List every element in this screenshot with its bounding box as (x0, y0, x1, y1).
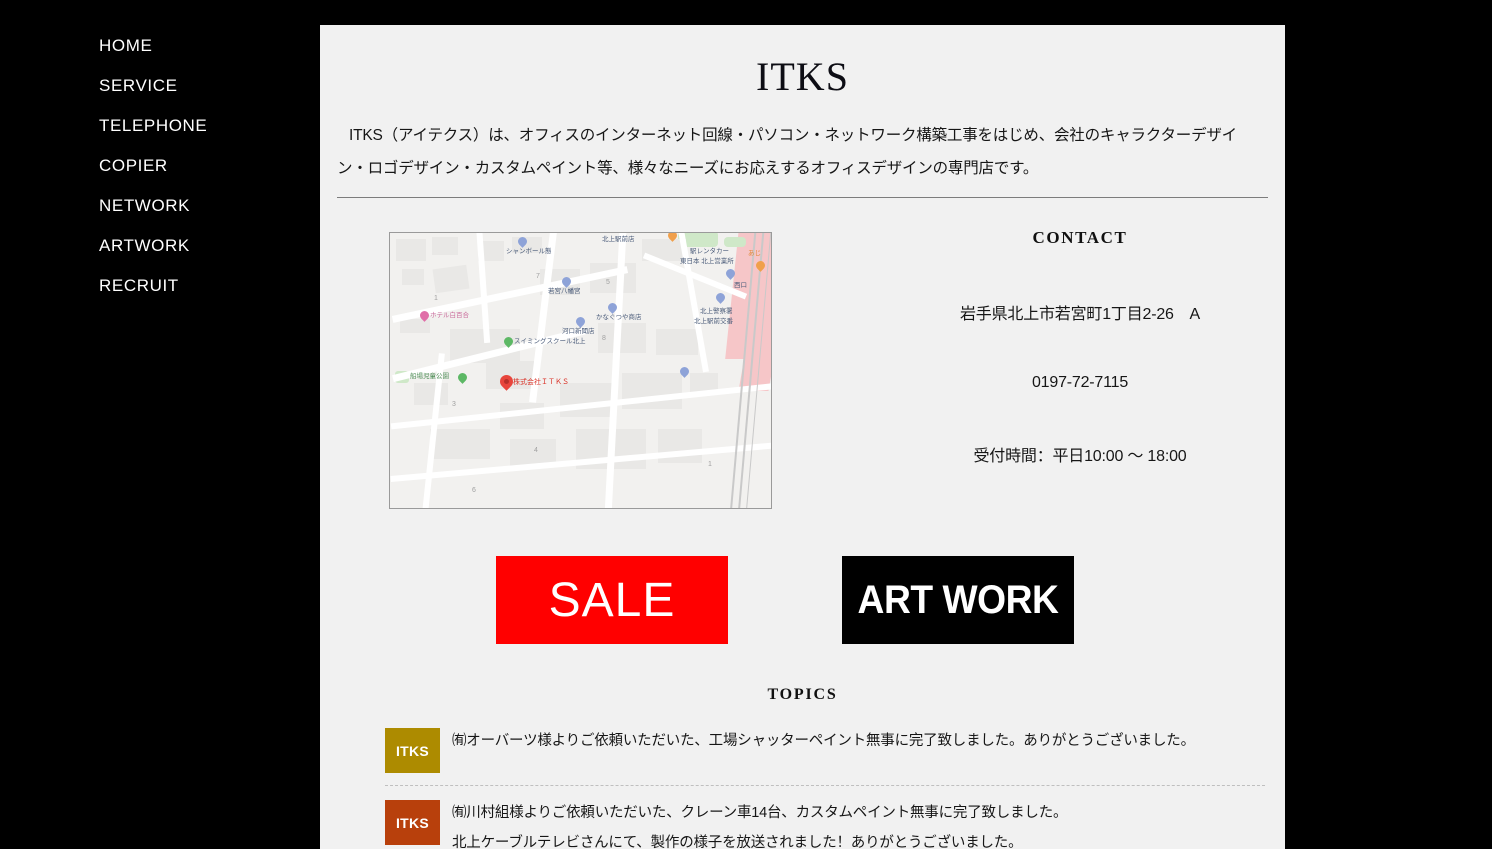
topic-separator (385, 785, 1265, 786)
map-poi-label: ホテル白百合 (430, 312, 469, 319)
sale-banner-label: SALE (548, 573, 676, 627)
sidebar-item-service[interactable]: SERVICE (0, 66, 320, 106)
map-block-number: 3 (452, 401, 456, 408)
map-poi-label: 西口 (734, 282, 747, 289)
contact-phone[interactable]: 0197-72-7115 (880, 324, 1280, 392)
map-poi-label: 北上駅前店 (602, 236, 635, 243)
topics-list: ITKS ㈲オーバーツ様よりご依頼いただいた、工場シャッターペイント無事に完了致… (320, 726, 1285, 849)
map-block-number: 1 (434, 295, 438, 302)
map-block-number: 7 (536, 273, 540, 280)
map-poi-label: 船場児童公園 (410, 373, 449, 380)
page-title: ITKS (756, 54, 849, 99)
map-poi-label: 北上駅前交番 (694, 318, 733, 325)
topic-text: ㈲川村組様よりご依頼いただいた、クレーン車14台、カスタムペイント無事に完了致し… (452, 805, 1068, 849)
sidebar-item-network[interactable]: NETWORK (0, 186, 320, 226)
map-poi-pin[interactable] (574, 315, 587, 328)
sale-banner[interactable]: SALE (496, 556, 728, 644)
contact-hours: 受付時間：平日10:00 〜 18:00 (973, 448, 1187, 465)
topics-section: TOPICS ITKS ㈲オーバーツ様よりご依頼いただいた、工場シャッターペイン… (320, 686, 1285, 849)
artwork-banner[interactable]: ART WORK (842, 556, 1074, 644)
list-item[interactable]: ITKS ㈲川村組様よりご依頼いただいた、クレーン車14台、カスタムペイント無事… (385, 798, 1265, 849)
section-divider (337, 197, 1268, 198)
intro-paragraph: ITKS（アイテクス）は、オフィスのインターネット回線・パソコン・ネットワーク構… (337, 127, 1237, 177)
map-poi-pin[interactable] (456, 371, 469, 384)
map-poi-label: かなぐつや商店 (596, 314, 642, 321)
map-block-number: 5 (606, 279, 610, 286)
sidebar-item-artwork[interactable]: ARTWORK (0, 226, 320, 266)
topic-badge: ITKS (385, 800, 440, 845)
map-contact-row: 7 5 1 8 3 4 6 1 シャンボール態 若宮八幡宮 ホテル白百合 かなぐ… (320, 218, 1285, 518)
contact-heading: CONTACT (1032, 228, 1128, 247)
artwork-banner-label: ART WORK (857, 577, 1059, 622)
contact-block: CONTACT 岩手県北上市若宮町1丁目2-26 A 0197-72-7115 … (880, 218, 1280, 466)
topic-text: ㈲オーバーツ様よりご依頼いただいた、工場シャッターペイント無事に完了致しました。… (452, 733, 1195, 749)
sidebar-item-home[interactable]: HOME (0, 26, 320, 66)
map-poi-label: スイミングスクール北上 (514, 338, 586, 345)
map-poi-label: シャンボール態 (506, 248, 552, 255)
main-content: ITKS ITKS（アイテクス）は、オフィスのインターネット回線・パソコン・ネッ… (320, 25, 1285, 849)
map-block-number: 6 (472, 487, 476, 494)
map-poi-label: 駅レンタカー (690, 248, 729, 255)
location-map[interactable]: 7 5 1 8 3 4 6 1 シャンボール態 若宮八幡宮 ホテル白百合 かなぐ… (389, 232, 772, 509)
sidebar-item-telephone[interactable]: TELEPHONE (0, 106, 320, 146)
map-marker-label: 株式会社ＩＴＫＳ (513, 379, 569, 386)
map-poi-label: 河口新聞店 (562, 328, 595, 335)
map-block-number: 8 (602, 335, 606, 342)
map-block-number: 4 (534, 447, 538, 454)
list-item[interactable]: ITKS ㈲オーバーツ様よりご依頼いただいた、工場シャッターペイント無事に完了致… (385, 726, 1265, 785)
sidebar-item-copier[interactable]: COPIER (0, 146, 320, 186)
map-poi-label: 北上警察署 (700, 308, 733, 315)
contact-address: 岩手県北上市若宮町1丁目2-26 A (960, 306, 1200, 323)
sidebar-item-recruit[interactable]: RECRUIT (0, 266, 320, 306)
banner-row: SALE ART WORK (320, 556, 1285, 686)
topics-heading: TOPICS (767, 686, 838, 703)
sidebar-nav: HOME SERVICE TELEPHONE COPIER NETWORK AR… (0, 0, 320, 849)
map-poi-label: あじ (748, 250, 761, 257)
map-poi-label: 若宮八幡宮 (548, 288, 581, 295)
map-block-number: 1 (708, 461, 712, 468)
topic-badge: ITKS (385, 728, 440, 773)
map-poi-pin[interactable] (714, 291, 727, 304)
map-poi-label: 東日本 北上営業所 (680, 258, 734, 265)
page-root: HOME SERVICE TELEPHONE COPIER NETWORK AR… (0, 0, 1492, 849)
